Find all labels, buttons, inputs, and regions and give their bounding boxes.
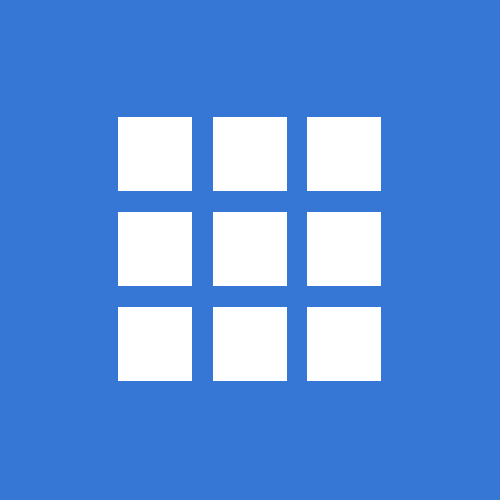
grid-cell (118, 307, 192, 381)
grid-cell (213, 307, 287, 381)
grid-cell (213, 212, 287, 286)
grid-cell (307, 117, 381, 191)
grid-cell (307, 307, 381, 381)
grid-cell (118, 212, 192, 286)
grid-icon (118, 117, 382, 382)
grid-cell (118, 117, 192, 191)
app-tile[interactable] (0, 0, 500, 500)
grid-cell (307, 212, 381, 286)
grid-cell (213, 117, 287, 191)
